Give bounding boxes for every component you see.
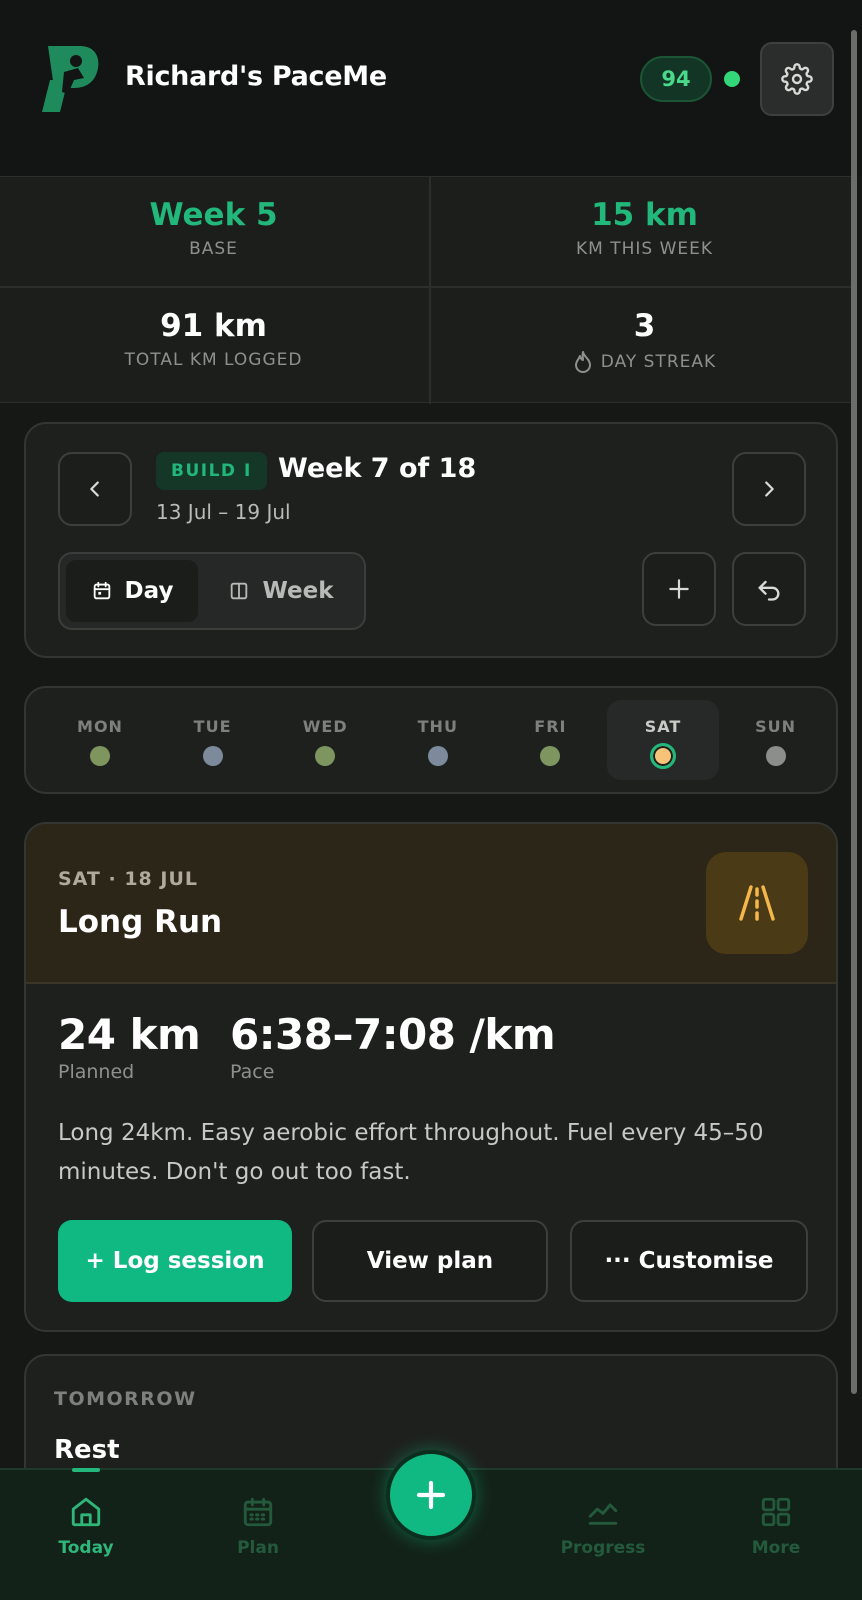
week-navigation-card: BUILD I Week 7 of 18 13 Jul – 19 Jul Day… bbox=[24, 422, 838, 658]
distance-label: Planned bbox=[58, 1061, 135, 1083]
session-status-dot bbox=[427, 746, 448, 766]
calendar-icon bbox=[93, 581, 110, 600]
day-sun[interactable]: SUN bbox=[720, 700, 832, 780]
view-day-option[interactable]: Day bbox=[66, 560, 198, 622]
stat-value: 15 km bbox=[591, 197, 698, 233]
day-label: THU bbox=[417, 717, 458, 736]
stat-label: KM THIS WEEK bbox=[575, 239, 714, 259]
session-notes: Long 24km. Easy aerobic effort throughou… bbox=[58, 1120, 764, 1185]
gear-icon bbox=[781, 63, 813, 95]
day-selector: MON TUE WED THU FRI SAT SUN bbox=[24, 686, 838, 794]
previous-week-button[interactable] bbox=[58, 452, 132, 526]
day-label: SUN bbox=[755, 717, 797, 736]
chevron-left-icon bbox=[90, 481, 99, 497]
plus-icon bbox=[416, 1480, 446, 1510]
columns-icon bbox=[231, 582, 248, 600]
nav-progress[interactable]: Progress bbox=[517, 1470, 689, 1600]
session-status-dot bbox=[90, 746, 110, 766]
stat-label-row: DAY STREAK bbox=[431, 350, 858, 374]
plus-icon bbox=[669, 579, 689, 599]
stat-km-this-week: 15 km KM THIS WEEK bbox=[431, 197, 858, 259]
session-type: Long Run bbox=[58, 904, 223, 940]
flame-icon bbox=[574, 351, 591, 373]
add-session-button[interactable] bbox=[642, 552, 716, 626]
target-pace: 6:38–7:08 /km Pace bbox=[230, 1010, 556, 1083]
divider bbox=[0, 286, 854, 288]
session-status-dot bbox=[765, 746, 786, 766]
app-title: Richard's PaceMe bbox=[125, 61, 387, 92]
nav-label: More bbox=[751, 1538, 801, 1558]
tomorrow-label: TOMORROW bbox=[54, 1388, 197, 1410]
distance-value: 24 km bbox=[58, 1010, 201, 1059]
fitness-score-badge[interactable]: 94 bbox=[640, 56, 712, 102]
session-status-dot bbox=[315, 746, 336, 766]
nav-label: Progress bbox=[560, 1538, 646, 1558]
home-icon bbox=[71, 1497, 101, 1527]
session-header: SAT · 18 JUL Long Run bbox=[26, 824, 836, 984]
session-status-dot bbox=[202, 746, 223, 766]
trend-chart-icon bbox=[588, 1503, 618, 1525]
stats-grid: Week 5 BASE 15 km KM THIS WEEK 91 km TOT… bbox=[0, 176, 854, 404]
view-toggle: Day Week bbox=[58, 552, 366, 630]
day-thu[interactable]: THU bbox=[382, 700, 494, 780]
view-plan-button[interactable]: View plan bbox=[312, 1220, 548, 1302]
session-status-dot bbox=[540, 746, 561, 766]
week-date-range: 13 Jul – 19 Jul bbox=[156, 500, 291, 524]
stat-value: 3 bbox=[633, 308, 656, 344]
session-status-dot bbox=[650, 743, 676, 769]
day-wed[interactable]: WED bbox=[269, 700, 381, 780]
stat-label: TOTAL KM LOGGED bbox=[124, 350, 303, 370]
customise-button[interactable]: ··· Customise bbox=[570, 1220, 808, 1302]
nav-label: Today bbox=[58, 1538, 114, 1558]
stat-day-streak: 3 DAY STREAK bbox=[431, 308, 858, 374]
scrollbar[interactable] bbox=[851, 30, 857, 1394]
app-header: Richard's PaceMe 94 bbox=[0, 0, 862, 176]
settings-button[interactable] bbox=[760, 42, 834, 116]
log-session-button[interactable]: + Log session bbox=[58, 1220, 292, 1302]
view-day-label: Day bbox=[124, 578, 174, 604]
stat-label: DAY STREAK bbox=[600, 352, 717, 372]
pace-label: Pace bbox=[230, 1061, 275, 1083]
calendar-icon bbox=[243, 1497, 273, 1527]
chevron-right-icon bbox=[765, 481, 774, 497]
day-label: FRI bbox=[534, 717, 567, 736]
training-phase-badge: BUILD I bbox=[156, 452, 267, 490]
day-tue[interactable]: TUE bbox=[157, 700, 269, 780]
grid-icon bbox=[761, 1497, 791, 1527]
tomorrow-session: Rest bbox=[54, 1435, 120, 1465]
nav-plan[interactable]: Plan bbox=[172, 1470, 344, 1600]
undo-icon bbox=[758, 580, 780, 601]
next-week-button[interactable] bbox=[732, 452, 806, 526]
view-week-label: Week bbox=[262, 578, 334, 604]
road-icon bbox=[706, 852, 808, 954]
quick-add-fab[interactable] bbox=[386, 1450, 476, 1540]
day-fri[interactable]: FRI bbox=[494, 700, 606, 780]
pace-value: 6:38–7:08 /km bbox=[230, 1010, 556, 1059]
nav-today[interactable]: Today bbox=[0, 1468, 172, 1600]
stat-value: 91 km bbox=[160, 308, 267, 344]
nav-more[interactable]: More bbox=[690, 1470, 862, 1600]
day-label: TUE bbox=[193, 717, 232, 736]
undo-button[interactable] bbox=[732, 552, 806, 626]
day-label: WED bbox=[302, 717, 348, 736]
view-week-option[interactable]: Week bbox=[206, 560, 356, 622]
nav-label: Plan bbox=[237, 1538, 279, 1558]
session-card: SAT · 18 JUL Long Run 24 km Planned 6:38… bbox=[24, 822, 838, 1332]
planned-distance: 24 km Planned bbox=[58, 1010, 201, 1083]
session-date: SAT · 18 JUL bbox=[58, 868, 198, 890]
sync-status-indicator bbox=[724, 71, 740, 87]
day-mon[interactable]: MON bbox=[44, 700, 156, 780]
active-tab-indicator bbox=[72, 1468, 100, 1472]
stat-label: BASE bbox=[189, 239, 238, 259]
stat-total-km: 91 km TOTAL KM LOGGED bbox=[0, 308, 427, 370]
stat-value: Week 5 bbox=[149, 197, 278, 233]
paceme-logo-icon bbox=[42, 46, 99, 112]
week-title: Week 7 of 18 bbox=[278, 453, 477, 484]
day-sat[interactable]: SAT bbox=[607, 700, 719, 780]
day-label: MON bbox=[77, 717, 123, 736]
day-label: SAT bbox=[644, 717, 682, 736]
stat-current-week: Week 5 BASE bbox=[0, 197, 427, 259]
